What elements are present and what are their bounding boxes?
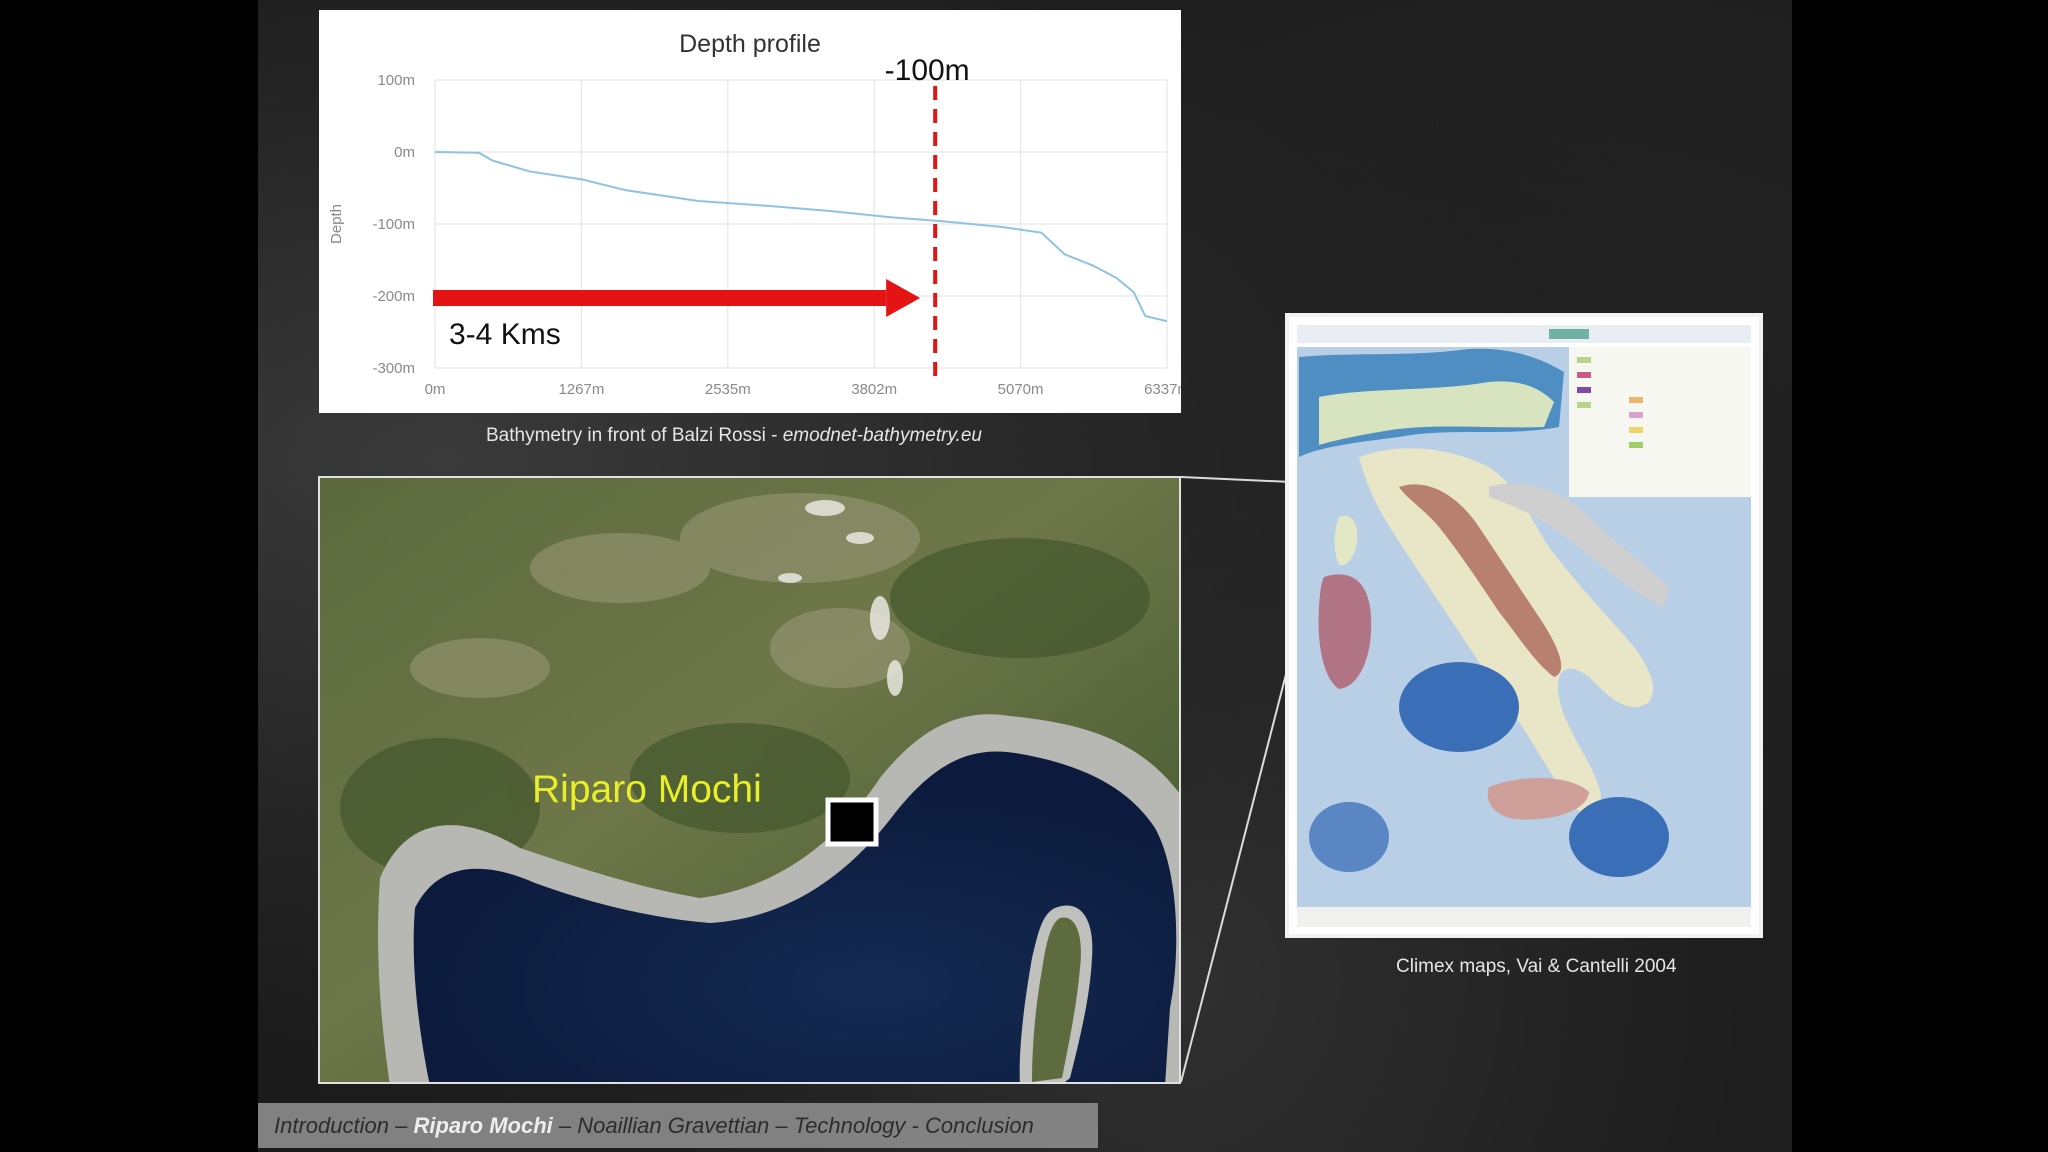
italy-map-caption: Climex maps, Vai & Cantelli 2004 (1396, 956, 1677, 977)
nav-separator: - (905, 1113, 925, 1138)
nav-separator: – (769, 1113, 794, 1138)
nav-item-introduction[interactable]: Introduction (274, 1113, 389, 1138)
nav-item-noaillian-gravettian[interactable]: Noaillian Gravettian (577, 1113, 769, 1138)
nav-items: Introduction – Riparo Mochi – Noaillian … (258, 1103, 1098, 1148)
nav-item-riparo-mochi[interactable]: Riparo Mochi (413, 1113, 552, 1138)
nav-separator: – (388, 1113, 414, 1138)
climex-italy-map (1285, 313, 1763, 938)
nav-item-technology[interactable]: Technology (794, 1113, 906, 1138)
climex-map-image (1289, 317, 1759, 934)
section-nav-bar: Introduction – Riparo Mochi – Noaillian … (258, 1103, 1098, 1148)
nav-separator: – (552, 1113, 578, 1138)
nav-item-conclusion[interactable]: Conclusion (925, 1113, 1034, 1138)
